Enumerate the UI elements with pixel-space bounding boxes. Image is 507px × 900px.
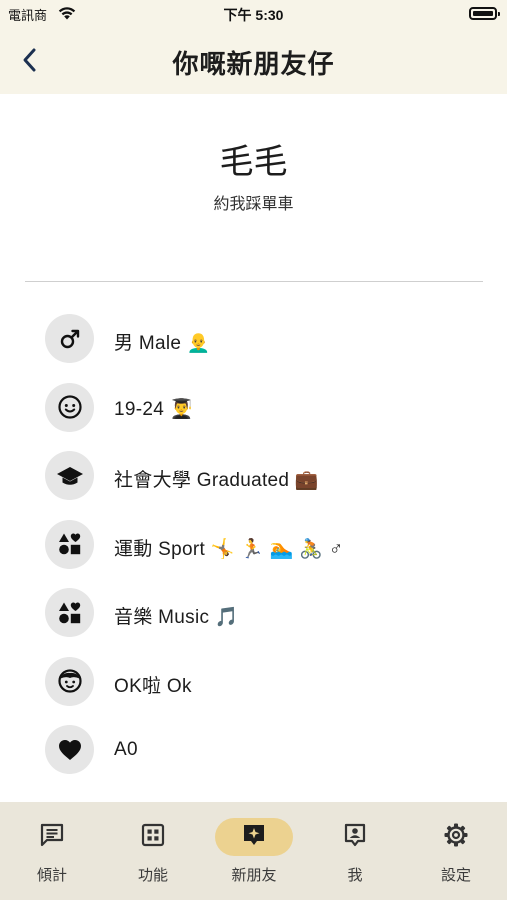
detail-text: 男 Male 👨‍🦲 [114, 333, 211, 354]
detail-text: 運動 Sport 🤸 🏃 🏊 🚴 ♂ [114, 538, 344, 560]
detail-row-gender: 男 Male 👨‍🦲 [0, 312, 507, 381]
tab-bar: 傾計 功能 新朋友 我 設定 [0, 802, 507, 900]
profile-details-list: 男 Male 👨‍🦲 19-24 👨‍🎓 社會大學 Graduated 💼 [0, 312, 507, 792]
detail-text: 19-24 👨‍🎓 [114, 398, 194, 420]
page-title: 你嘅新朋友仔 [172, 49, 335, 79]
chat-icon [39, 822, 65, 848]
detail-row-sport: 運動 Sport 🤸 🏃 🏊 🚴 ♂ [0, 518, 507, 587]
tab-chat[interactable]: 傾計 [12, 818, 92, 888]
status-bar: 電訊商 下午 5:30 [0, 0, 507, 28]
detail-text: 社會大學 Graduated 💼 [114, 470, 319, 491]
tab-new-friends[interactable]: 新朋友 [214, 818, 294, 888]
detail-text: OK啦 Ok [114, 675, 192, 697]
divider [25, 281, 483, 282]
profile-name: 毛毛 [219, 143, 288, 181]
profile-bio: 約我踩單車 [213, 196, 294, 213]
tab-label: 傾計 [36, 867, 67, 884]
status-time: 下午 5:30 [223, 7, 284, 23]
tab-label: 我 [347, 867, 363, 884]
detail-row-education: 社會大學 Graduated 💼 [0, 449, 507, 518]
tab-me[interactable]: 我 [315, 818, 395, 888]
detail-row-music: 音樂 Music 🎵 [0, 586, 507, 655]
detail-text: A0 [114, 739, 138, 760]
battery-icon [469, 7, 500, 20]
gear-icon [443, 822, 469, 848]
profile-card-icon [342, 822, 368, 848]
category-shapes-icon [45, 588, 94, 637]
male-symbol-icon [45, 314, 94, 363]
tab-label: 新朋友 [231, 867, 277, 884]
nav-bar: 你嘅新朋友仔 [0, 28, 507, 94]
tab-label: 設定 [440, 867, 471, 884]
profile-header: 毛毛 約我踩單車 [0, 94, 507, 282]
tab-label: 功能 [137, 867, 168, 884]
grid-icon [140, 822, 166, 848]
sparkle-card-icon [241, 822, 267, 848]
detail-text: 音樂 Music 🎵 [114, 607, 239, 628]
tab-features[interactable]: 功能 [113, 818, 193, 888]
tab-settings[interactable]: 設定 [416, 818, 496, 888]
detail-row-age: 19-24 👨‍🎓 [0, 381, 507, 450]
heart-icon [45, 725, 94, 774]
graduation-cap-icon [45, 451, 94, 500]
child-face-icon [45, 656, 94, 706]
detail-row-relationship: A0 [0, 723, 507, 792]
detail-row-personality: OK啦 Ok [0, 655, 507, 724]
face-icon [45, 382, 94, 432]
category-shapes-icon [45, 519, 94, 569]
